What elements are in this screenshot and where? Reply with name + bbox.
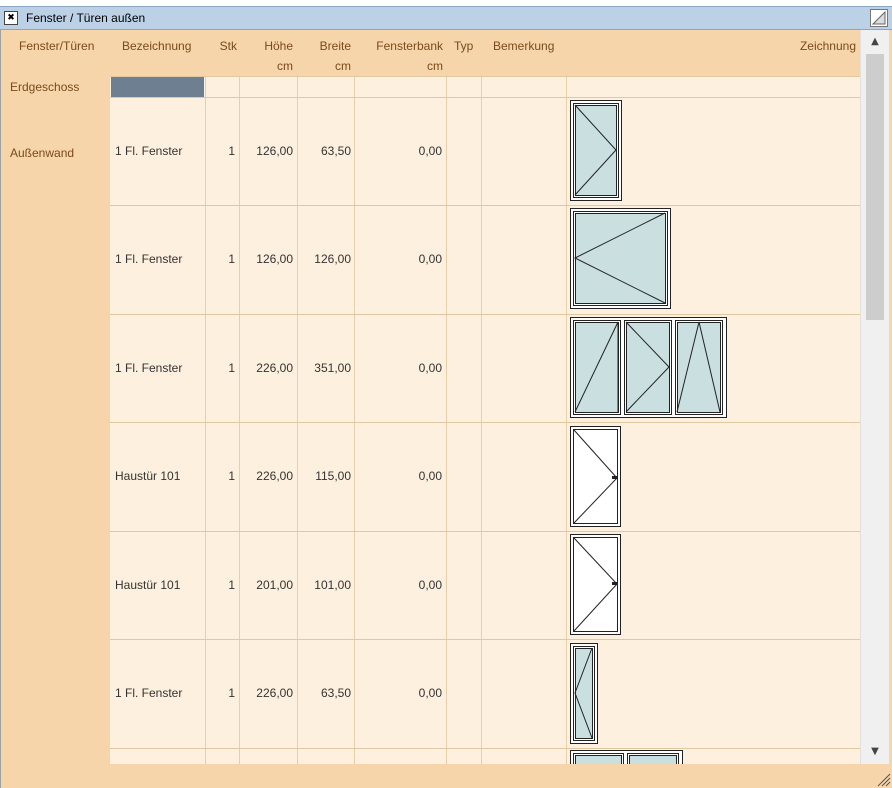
row-qty: 1 bbox=[228, 578, 235, 592]
collapse-icon[interactable]: ✖ bbox=[4, 11, 18, 25]
window-narrow-icon bbox=[570, 643, 598, 744]
window-single-icon bbox=[570, 100, 622, 201]
row-height: 126,00 bbox=[256, 252, 293, 266]
scrollbar-thumb[interactable] bbox=[866, 54, 884, 320]
row-height: 226,00 bbox=[256, 469, 293, 483]
window-wide-icon bbox=[570, 208, 671, 309]
row-height: 201,00 bbox=[256, 578, 293, 592]
row-qty: 1 bbox=[228, 252, 235, 266]
group-column bbox=[5, 76, 110, 764]
window-list-panel: Fenster/Türen Bezeichnung Stk Höhe cm Bre… bbox=[0, 30, 892, 788]
column-header-bemerkung[interactable]: Bemerkung bbox=[493, 36, 554, 56]
column-header-zeichnung[interactable]: Zeichnung bbox=[705, 36, 856, 56]
column-header-hoehe[interactable]: Höhe cm bbox=[239, 36, 293, 76]
row-name: 1 Fl. Fenster bbox=[115, 252, 183, 266]
row-sill: 0,00 bbox=[418, 252, 442, 266]
row-sill: 0,00 bbox=[418, 469, 442, 483]
row-qty: 1 bbox=[228, 686, 235, 700]
scroll-up-icon[interactable]: ▲ bbox=[861, 32, 889, 52]
column-header-typ[interactable]: Typ bbox=[454, 36, 473, 56]
selected-cell[interactable] bbox=[111, 77, 204, 97]
row-qty: 1 bbox=[228, 469, 235, 483]
row-name: 1 Fl. Fenster bbox=[115, 686, 183, 700]
row-height: 226,00 bbox=[256, 686, 293, 700]
group-wall-label: Außenwand bbox=[10, 146, 75, 160]
row-qty: 1 bbox=[228, 144, 235, 158]
row-sill: 0,00 bbox=[418, 144, 442, 158]
row-width: 63,50 bbox=[320, 144, 351, 158]
resize-grip-icon[interactable] bbox=[872, 768, 892, 788]
row-sill: 0,00 bbox=[418, 578, 442, 592]
column-header-bezeichnung[interactable]: Bezeichnung bbox=[122, 36, 191, 56]
column-header-stk[interactable]: Stk bbox=[205, 36, 237, 56]
row-sill: 0,00 bbox=[418, 686, 442, 700]
window-triple-icon bbox=[570, 317, 727, 418]
section-title: Fenster / Türen außen bbox=[26, 11, 146, 25]
door-icon bbox=[570, 426, 621, 527]
scroll-down-icon[interactable]: ▼ bbox=[861, 742, 889, 762]
group-floor-label: Erdgeschoss bbox=[10, 80, 80, 94]
row-name: 1 Fl. Fenster bbox=[115, 361, 183, 375]
row-width: 115,00 bbox=[315, 469, 351, 483]
column-header-fensterbank[interactable]: Fensterbank cm bbox=[355, 36, 443, 76]
column-header-fenster-tueren[interactable]: Fenster/Türen bbox=[19, 36, 94, 56]
vertical-scrollbar[interactable]: ▲ ▼ bbox=[860, 30, 889, 764]
resize-icon[interactable] bbox=[870, 9, 888, 27]
row-name: 1 Fl. Fenster bbox=[115, 144, 183, 158]
row-name: Haustür 101 bbox=[115, 469, 181, 483]
column-header-breite[interactable]: Breite cm bbox=[297, 36, 351, 76]
row-qty: 1 bbox=[228, 361, 235, 375]
window-table: Fenster/Türen Bezeichnung Stk Höhe cm Bre… bbox=[5, 30, 860, 764]
section-titlebar: ✖ Fenster / Türen außen bbox=[0, 6, 892, 30]
table-header: Fenster/Türen Bezeichnung Stk Höhe cm Bre… bbox=[5, 30, 860, 76]
row-width: 63,50 bbox=[320, 686, 351, 700]
row-height: 126,00 bbox=[256, 144, 293, 158]
row-width: 126,00 bbox=[314, 252, 351, 266]
row-width: 351,00 bbox=[314, 361, 351, 375]
row-name: Haustür 101 bbox=[115, 578, 181, 592]
window-double-icon bbox=[570, 750, 683, 764]
row-height: 226,00 bbox=[256, 361, 293, 375]
door-icon bbox=[570, 534, 621, 635]
row-width: 101,00 bbox=[314, 578, 351, 592]
row-sill: 0,00 bbox=[418, 361, 442, 375]
